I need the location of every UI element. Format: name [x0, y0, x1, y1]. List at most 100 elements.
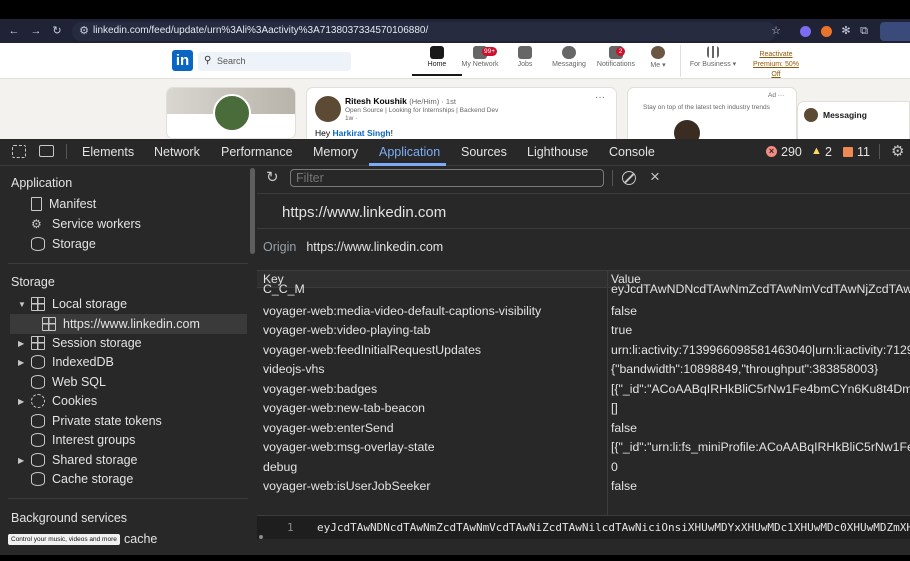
tab-memory[interactable]: Memory	[313, 145, 358, 160]
sidebar-item-shared-storage[interactable]: Shared storage	[31, 451, 137, 469]
expand-right-icon[interactable]: ▶	[18, 456, 24, 465]
site-settings-icon[interactable]: ⚙	[78, 24, 90, 38]
origin-label: Origin	[263, 240, 297, 254]
forward-icon[interactable]: →	[30, 24, 42, 38]
nav-messaging[interactable]: Messaging	[545, 46, 593, 76]
preview-scroll-handle[interactable]	[259, 535, 263, 539]
header-divider	[257, 228, 910, 229]
table-row[interactable]: voyager-web:isUserJobSeeker false	[257, 477, 910, 497]
sidebar-item-back-forward-cache[interactable]: cache	[124, 530, 157, 548]
toolbar-divider	[257, 193, 910, 194]
profile-button[interactable]	[880, 22, 910, 41]
extension-icon[interactable]	[800, 26, 811, 37]
refresh-icon[interactable]: ↻	[266, 168, 279, 186]
back-icon[interactable]: ←	[8, 24, 20, 38]
sidebar-scrollbar[interactable]	[250, 168, 255, 254]
table-row[interactable]: voyager-web:badges [{"_id":"ACoAABqIRHkBl…	[257, 380, 910, 400]
sidebar-item-local-storage-origin[interactable]: https://www.linkedin.com	[42, 315, 200, 333]
mention-link[interactable]: Harkirat Singh	[333, 128, 391, 138]
messaging-panel[interactable]: Messaging	[797, 101, 910, 141]
sidebar-item-cache-storage[interactable]: Cache storage	[31, 470, 133, 488]
delete-selected-icon[interactable]: ×	[650, 167, 660, 187]
author-avatar[interactable]	[315, 96, 341, 122]
post-time: 1w ·	[345, 115, 358, 122]
messaging-title: Messaging	[823, 110, 867, 120]
ad-text: Stay on top of the latest tech industry …	[643, 104, 770, 111]
preview-text: eyJcdTAwNDNcdTAwNmZcdTAwNmVcdTAwNiZcdTAw…	[317, 521, 910, 534]
tab-performance[interactable]: Performance	[221, 145, 293, 160]
issues-count[interactable]: 11	[857, 145, 870, 160]
nav-me[interactable]: Me ▾	[643, 46, 673, 76]
filter-input[interactable]	[290, 169, 604, 187]
sidebar-item-indexeddb[interactable]: IndexedDB	[31, 353, 114, 371]
ad-card[interactable]: Ad ··· Stay on top of the latest tech in…	[627, 87, 797, 147]
table-row[interactable]: videojs-vhs {"bandwidth":10898849,"throug…	[257, 360, 910, 380]
bookmark-star-icon[interactable]: ☆	[770, 24, 782, 38]
author-headline: Open Source | Looking for Internships | …	[345, 107, 499, 114]
tab-network[interactable]: Network	[154, 145, 200, 160]
expand-down-icon[interactable]: ▼	[18, 300, 26, 309]
sidebar-item-service-workers[interactable]: ⚙ Service workers	[31, 215, 141, 233]
linkedin-logo[interactable]: in	[172, 50, 193, 71]
extension-fox-icon[interactable]	[821, 26, 832, 37]
extensions-puzzle-icon[interactable]: ⧉	[858, 24, 870, 38]
tab-elements[interactable]: Elements	[82, 145, 134, 160]
toolbar-divider	[612, 170, 613, 186]
inspect-element-icon[interactable]	[12, 145, 26, 158]
sidebar-item-local-storage[interactable]: Local storage	[31, 295, 127, 313]
profile-card[interactable]	[166, 87, 296, 139]
table-row[interactable]: debug 0	[257, 458, 910, 478]
sidebar-item-private-state-tokens[interactable]: Private state tokens	[31, 412, 162, 430]
database-icon	[31, 355, 45, 369]
settings-gear-icon[interactable]: ⚙	[891, 142, 904, 160]
section-storage: Storage	[11, 275, 55, 289]
warning-count[interactable]: 2	[825, 145, 832, 160]
nav-for-business[interactable]: For Business ▾	[686, 46, 740, 76]
table-row[interactable]: voyager-web:msg-overlay-state [{"_id":"ur…	[257, 438, 910, 458]
network-badge: 99+	[482, 47, 498, 56]
extension-icon[interactable]: ✻	[840, 24, 852, 38]
tab-lighthouse[interactable]: Lighthouse	[527, 145, 588, 160]
author-line[interactable]: Ritesh Koushik (He/Him) · 1st	[345, 96, 456, 106]
url-text[interactable]: linkedin.com/feed/update/urn%3Ali%3Aacti…	[93, 25, 428, 36]
device-toolbar-icon[interactable]	[39, 145, 54, 157]
sidebar-item-interest-groups[interactable]: Interest groups	[31, 431, 135, 449]
table-row[interactable]: voyager-web:video-playing-tab true	[257, 321, 910, 341]
expand-right-icon[interactable]: ▶	[18, 339, 24, 348]
section-application: Application	[11, 176, 73, 190]
post-more-icon[interactable]: ···	[595, 92, 605, 103]
tab-application[interactable]: Application	[379, 145, 440, 160]
jobs-icon	[518, 46, 532, 59]
tab-sources[interactable]: Sources	[461, 145, 507, 160]
expand-right-icon[interactable]: ▶	[18, 397, 24, 406]
nav-jobs[interactable]: Jobs	[505, 46, 545, 76]
premium-link[interactable]: Reactivate Premium: 50% Off	[747, 50, 805, 80]
search-icon: ⚲	[204, 55, 212, 66]
value-preview-pane[interactable]: 1 eyJcdTAwNDNcdTAwNmZcdTAwNmVcdTAwNiZcdT…	[257, 515, 910, 539]
origin-value: https://www.linkedin.com	[306, 240, 444, 254]
sidebar-item-storage[interactable]: Storage	[31, 235, 96, 253]
reload-icon[interactable]: ↻	[51, 24, 63, 38]
expand-right-icon[interactable]: ▶	[18, 358, 24, 367]
clear-all-icon[interactable]	[622, 171, 636, 185]
database-icon	[31, 375, 45, 389]
sidebar-item-cookies[interactable]: Cookies	[31, 392, 97, 410]
post-text: Hey Harkirat Singh!	[315, 128, 393, 138]
tab-console[interactable]: Console	[609, 145, 655, 160]
sidebar-item-manifest[interactable]: Manifest	[31, 195, 96, 213]
table-row[interactable]: C_C_M eyJcdTAwNDNcdTAwNmZcdTAwNmVcdTAwNjZ…	[257, 283, 910, 299]
search-box[interactable]: ⚲ Search	[198, 52, 351, 71]
preview-line-number: 1	[287, 521, 294, 534]
table-row[interactable]: voyager-web:enterSend false	[257, 419, 910, 439]
nav-home[interactable]: Home	[412, 46, 462, 76]
database-icon	[31, 433, 45, 447]
table-row[interactable]: voyager-web:feedInitialRequestUpdates urn…	[257, 341, 910, 361]
table-row[interactable]: voyager-web:new-tab-beacon[]	[257, 399, 910, 419]
table-row[interactable]: voyager-web:media-video-default-captions…	[257, 302, 910, 322]
sidebar-item-web-sql[interactable]: Web SQL	[31, 373, 106, 391]
author-name[interactable]: Ritesh Koushik	[345, 96, 407, 106]
gears-icon: ⚙	[31, 217, 42, 231]
error-count[interactable]: 290	[781, 145, 802, 160]
sidebar-item-session-storage[interactable]: Session storage	[31, 334, 142, 352]
issues-icon	[843, 147, 853, 157]
